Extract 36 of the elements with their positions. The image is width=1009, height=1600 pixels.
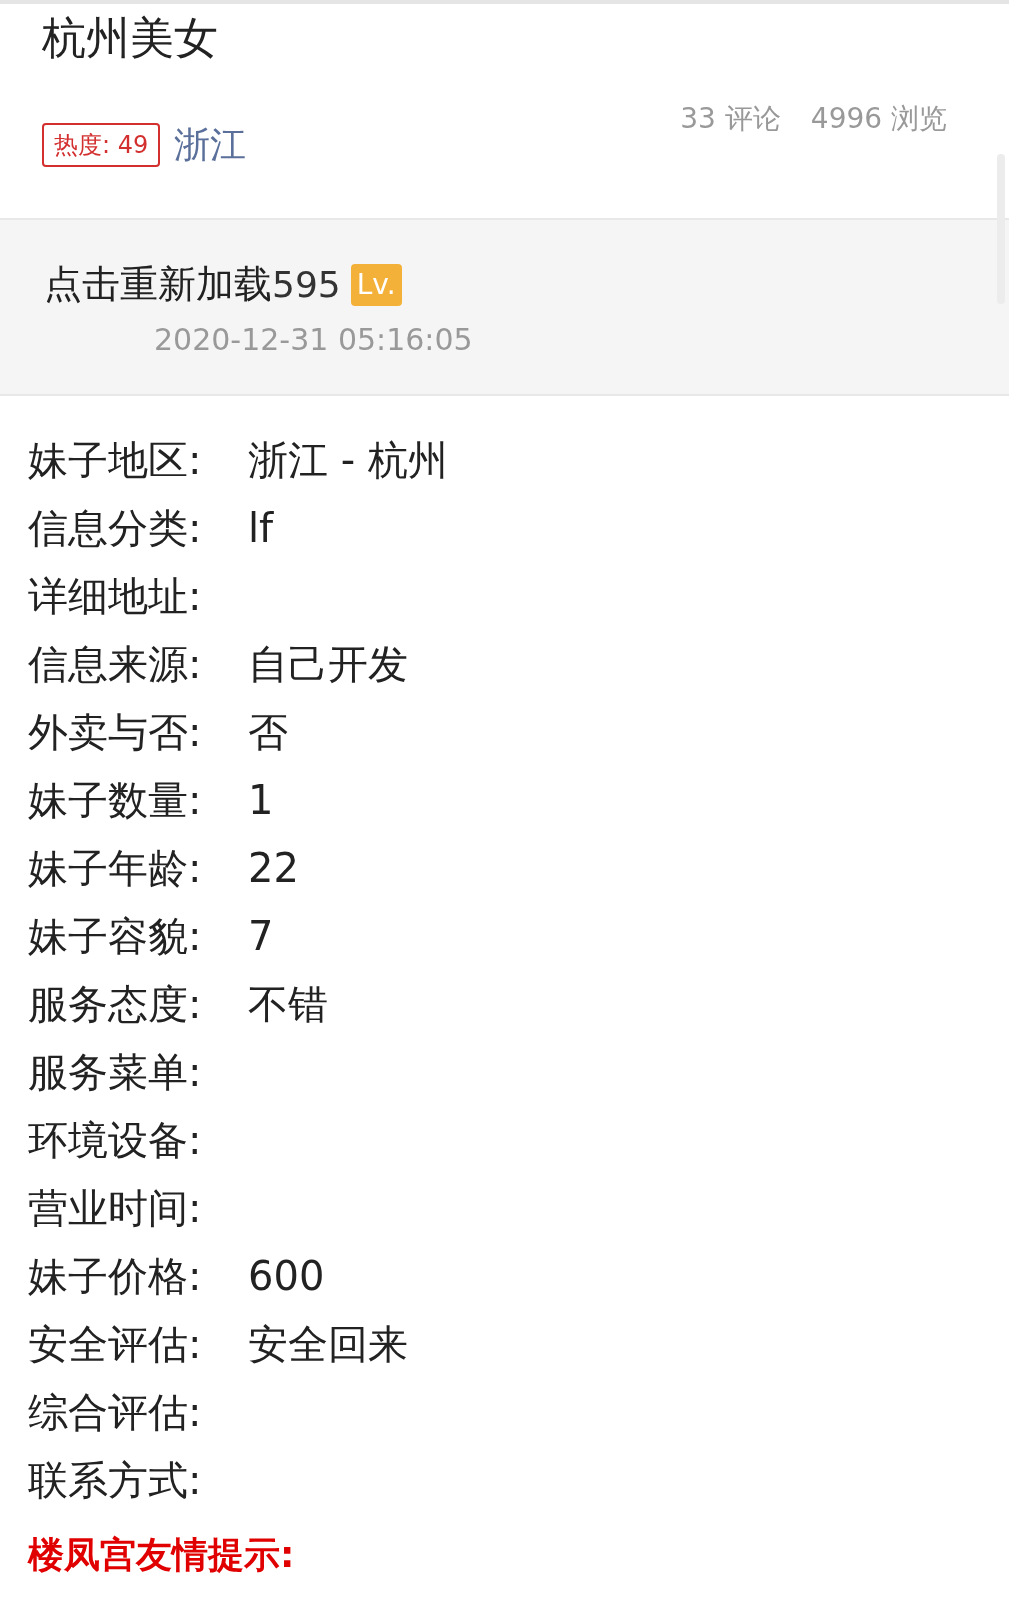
field-label: 服务态度:: [28, 980, 203, 1029]
level-badge: Lv.: [350, 263, 402, 306]
field-value: 不错: [248, 980, 328, 1029]
field-value: 7: [248, 912, 274, 961]
field-value: 22: [248, 844, 299, 893]
stat-count: 4996 浏览: [810, 101, 947, 137]
field-value: 否: [248, 708, 288, 757]
field-value: 600: [248, 1252, 325, 1301]
field-label: 妹子价格:: [28, 1252, 203, 1301]
heat-badge: 热度: 49: [42, 123, 161, 167]
field-label: 妹子年龄:: [28, 844, 203, 893]
field-label: 综合评估:: [28, 1388, 203, 1437]
username: 595: [272, 262, 341, 307]
field-label: 安全评估:: [28, 1320, 203, 1369]
field-label: 外卖与否:: [28, 708, 203, 757]
field-label: 妹子容貌:: [28, 912, 203, 961]
region-link[interactable]: 浙江: [174, 118, 247, 172]
reload-link[interactable]: 点击重新加载: [44, 256, 272, 313]
field-value: 浙江 - 杭州: [248, 436, 448, 485]
field-label: 详细地址:: [28, 572, 203, 621]
field-label: 妹子地区:: [28, 436, 203, 485]
field-label: 妹子数量:: [28, 776, 203, 825]
field-label: 服务菜单:: [28, 1048, 203, 1097]
field-label: 信息来源:: [28, 640, 203, 689]
field-label: 环境设备:: [28, 1116, 203, 1165]
field-label: 联系方式:: [28, 1456, 203, 1505]
field-label: 营业时间:: [28, 1184, 203, 1233]
notice-heading: 楼凤宫友情提示:: [28, 1533, 296, 1577]
post-time: 2020-12-31 05:16:05: [154, 321, 474, 359]
post-title: 杭州美女: [42, 11, 219, 65]
field-label: 信息分类:: [28, 504, 203, 553]
stat-count: 33 评论: [680, 101, 781, 137]
field-value: 1: [248, 776, 274, 825]
field-value: 自己开发: [248, 640, 408, 689]
field-value: lf: [248, 504, 274, 553]
field-value: 安全回来: [248, 1320, 408, 1369]
